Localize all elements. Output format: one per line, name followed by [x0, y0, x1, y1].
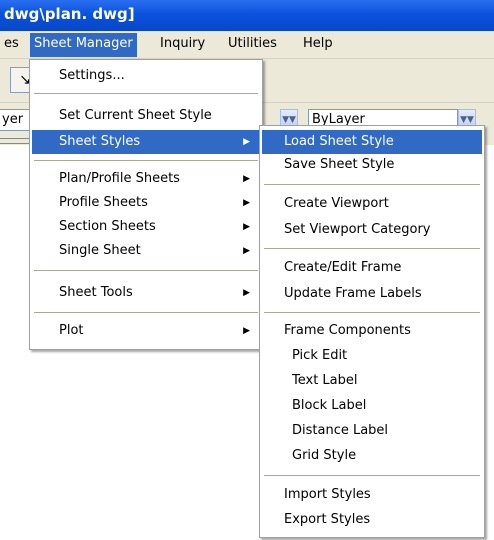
submenu-arrow-icon: ▶	[243, 137, 250, 147]
menu-item-sheet-styles[interactable]: Sheet Styles ▶	[32, 130, 260, 154]
menu-item-label: Sheet Styles	[59, 134, 141, 149]
menu-item-sheet-tools[interactable]: Sheet Tools ▶	[32, 281, 260, 305]
menu-item-distance-label[interactable]: Distance Label	[262, 419, 482, 443]
menu-item-set-current-sheet-style[interactable]: Set Current Sheet Style	[32, 104, 260, 128]
menu-utilities[interactable]: Utilities	[228, 36, 277, 51]
menu-item-label: Profile Sheets	[59, 195, 148, 210]
menu-sheet-manager[interactable]: Sheet Manager	[30, 33, 137, 57]
menu-item-label: Plan/Profile Sheets	[59, 171, 180, 186]
menu-separator	[34, 93, 258, 94]
menu-item-label: Settings...	[59, 68, 125, 83]
menu-separator	[264, 475, 480, 476]
menu-item-section-sheets[interactable]: Section Sheets ▶	[32, 215, 260, 239]
menu-item-label: Frame Components	[284, 323, 411, 338]
menu-item-label: Import Styles	[284, 487, 371, 502]
menu-item-label: Block Label	[292, 398, 367, 413]
menu-item-save-sheet-style[interactable]: Save Sheet Style	[262, 153, 482, 177]
menu-item-partial[interactable]: es	[4, 36, 19, 51]
menu-item-export-styles[interactable]: Export Styles	[262, 508, 482, 532]
window-title-bar: dwg\plan. dwg]	[0, 0, 494, 31]
menu-separator	[34, 312, 258, 313]
sheet-manager-menu: Settings... Set Current Sheet Style Shee…	[29, 59, 263, 350]
menu-item-block-label[interactable]: Block Label	[262, 394, 482, 418]
menu-item-label: Create/Edit Frame	[284, 260, 402, 275]
menu-item-import-styles[interactable]: Import Styles	[262, 483, 482, 507]
menu-item-update-frame-labels[interactable]: Update Frame Labels	[262, 282, 482, 306]
menu-item-label: Distance Label	[292, 423, 389, 438]
menu-item-create-viewport[interactable]: Create Viewport	[262, 192, 482, 216]
menu-item-single-sheet[interactable]: Single Sheet ▶	[32, 239, 260, 263]
menu-inquiry[interactable]: Inquiry	[160, 36, 205, 51]
menu-item-text-label[interactable]: Text Label	[262, 369, 482, 393]
menu-item-set-viewport-category[interactable]: Set Viewport Category	[262, 218, 482, 242]
menu-item-create-edit-frame[interactable]: Create/Edit Frame	[262, 256, 482, 280]
window-title: dwg\plan. dwg]	[4, 5, 135, 23]
menu-item-plot[interactable]: Plot ▶	[32, 319, 260, 343]
menu-item-label: Export Styles	[284, 512, 371, 527]
sheet-styles-submenu: Load Sheet Style Save Sheet Style Create…	[259, 125, 485, 538]
menu-separator	[264, 312, 480, 313]
menu-item-plan-profile-sheets[interactable]: Plan/Profile Sheets ▶	[32, 167, 260, 191]
menu-bar: es Sheet Manager Inquiry Utilities Help	[0, 31, 494, 59]
menu-item-frame-components: Frame Components	[262, 319, 482, 343]
menu-help[interactable]: Help	[303, 36, 333, 51]
menu-item-pick-edit[interactable]: Pick Edit	[262, 344, 482, 368]
menu-item-label: Set Current Sheet Style	[59, 108, 212, 123]
menu-item-grid-style[interactable]: Grid Style	[262, 444, 482, 468]
submenu-arrow-icon: ▶	[243, 222, 250, 232]
menu-item-profile-sheets[interactable]: Profile Sheets ▶	[32, 191, 260, 215]
submenu-arrow-icon: ▶	[243, 198, 250, 208]
menu-item-label: Single Sheet	[59, 243, 141, 258]
submenu-arrow-icon: ▶	[243, 174, 250, 184]
submenu-arrow-icon: ▶	[243, 288, 250, 298]
menu-item-load-sheet-style[interactable]: Load Sheet Style	[262, 130, 482, 154]
menu-item-label: Load Sheet Style	[284, 134, 394, 149]
menu-item-settings[interactable]: Settings...	[32, 64, 260, 88]
layer-combo-value: yer	[2, 112, 24, 127]
menu-item-label: Set Viewport Category	[284, 222, 431, 237]
menu-item-label: Plot	[59, 323, 84, 338]
toolbar-separator	[0, 138, 30, 144]
menu-separator	[34, 160, 258, 161]
menu-item-label: Grid Style	[292, 448, 357, 463]
menu-separator	[264, 248, 480, 249]
menu-item-label: Text Label	[292, 373, 358, 388]
menu-item-label: Sheet Tools	[59, 285, 133, 300]
menu-item-label: Pick Edit	[292, 348, 348, 363]
menu-item-label: Update Frame Labels	[284, 286, 422, 301]
submenu-arrow-icon: ▶	[243, 246, 250, 256]
menu-separator	[34, 270, 258, 271]
menu-item-label: Save Sheet Style	[284, 157, 395, 172]
menu-item-label: Section Sheets	[59, 219, 156, 234]
layer-combo[interactable]: yer	[0, 109, 32, 131]
menu-separator	[264, 184, 480, 185]
menu-item-label: Create Viewport	[284, 196, 389, 211]
submenu-arrow-icon: ▶	[243, 326, 250, 336]
